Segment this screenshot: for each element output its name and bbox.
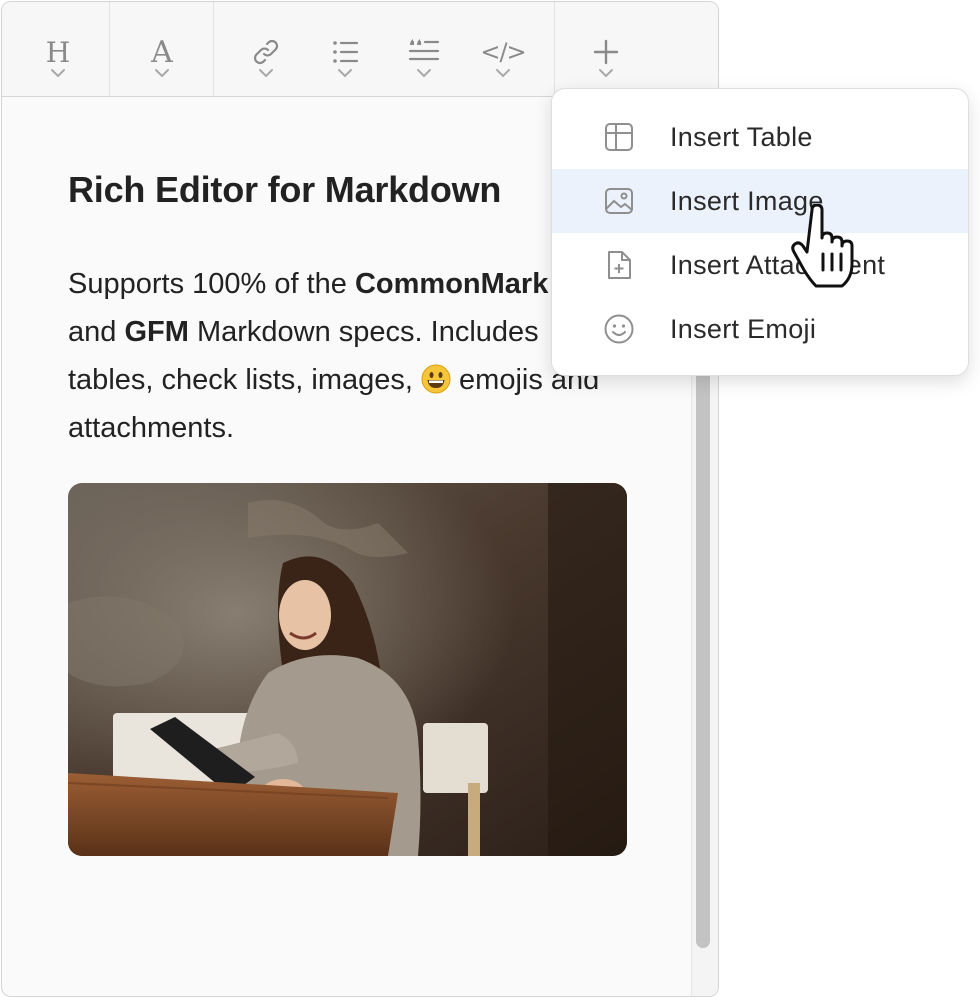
font-style-button[interactable]: A (132, 2, 192, 96)
menu-item-label: Insert Image (670, 185, 824, 216)
scrollbar-thumb[interactable] (696, 370, 710, 948)
quote-button[interactable] (394, 2, 454, 96)
table-icon (602, 120, 636, 154)
bold-gfm: GFM (124, 316, 189, 348)
menu-item-label: Insert Emoji (670, 313, 817, 344)
grinning-emoji-icon (421, 361, 451, 394)
chevron-down-icon (599, 69, 613, 78)
heading-icon: H (45, 35, 71, 69)
code-icon: </> (480, 38, 526, 66)
document-paragraph[interactable]: Supports 100% of the CommonMark and GFM … (68, 260, 628, 452)
bold-commonmark: CommonMark (354, 268, 549, 300)
menu-item-label: Insert Table (670, 121, 813, 152)
quote-icon (407, 32, 441, 72)
chevron-down-icon (51, 69, 65, 78)
link-icon (250, 32, 282, 72)
formatting-toolbar: H A </> (2, 2, 718, 97)
heading-button[interactable]: H (28, 2, 88, 96)
document-content[interactable]: Rich Editor for Markdown Supports 100% o… (68, 162, 628, 452)
menu-item-insert-emoji[interactable]: Insert Emoji (552, 297, 968, 361)
insert-button[interactable] (576, 2, 636, 96)
photo-woman-tablet-image (68, 483, 627, 856)
image-icon (602, 184, 636, 218)
chevron-down-icon (155, 69, 169, 78)
code-button[interactable]: </> (473, 2, 533, 96)
menu-item-insert-table[interactable]: Insert Table (552, 105, 968, 169)
chevron-down-icon (259, 69, 273, 78)
emoji-icon (602, 312, 636, 346)
menu-item-insert-attachment[interactable]: Insert Attachment (552, 233, 968, 297)
insert-menu: Insert Table Insert Image Insert Attachm… (551, 88, 969, 376)
menu-item-label: Insert Attachment (670, 249, 886, 280)
plus-icon (592, 32, 620, 72)
menu-item-insert-image[interactable]: Insert Image (552, 169, 968, 233)
list-button[interactable] (315, 2, 375, 96)
chevron-down-icon (338, 69, 352, 78)
link-button[interactable] (236, 2, 296, 96)
document-title[interactable]: Rich Editor for Markdown (68, 162, 628, 218)
font-style-icon: A (151, 34, 173, 70)
list-icon (330, 32, 360, 72)
chevron-down-icon (417, 69, 431, 78)
attachment-icon (602, 248, 636, 282)
chevron-down-icon (496, 69, 510, 78)
